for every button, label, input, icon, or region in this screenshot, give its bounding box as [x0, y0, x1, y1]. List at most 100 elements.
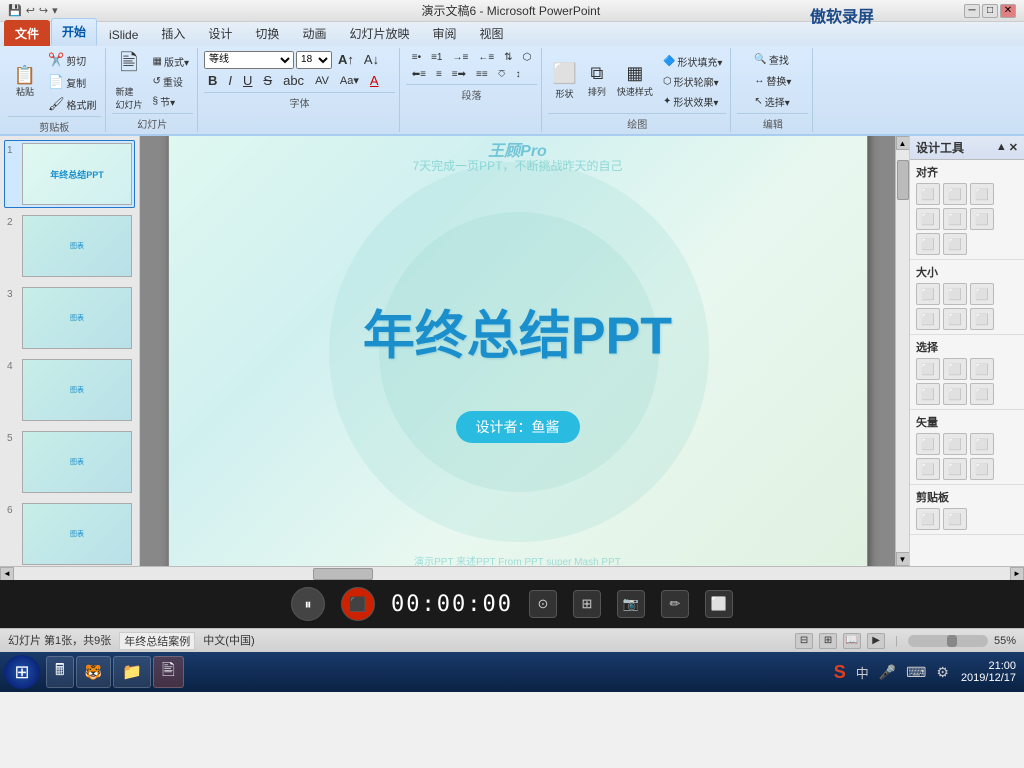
tab-insert[interactable]: 插入: [150, 20, 196, 46]
taskbar-app-powerpoint[interactable]: 🖹: [153, 656, 184, 688]
font-color-button[interactable]: A: [366, 71, 383, 90]
size-1-btn[interactable]: ⬜: [916, 283, 940, 305]
col-button[interactable]: ⎏: [494, 67, 510, 82]
zoom-thumb[interactable]: [947, 635, 957, 647]
vec-2-btn[interactable]: ⬜: [943, 433, 967, 455]
slide-sorter-button[interactable]: ⊞: [819, 633, 837, 649]
vec-5-btn[interactable]: ⬜: [943, 458, 967, 480]
slide-thumb-5[interactable]: 5 图表: [4, 428, 135, 496]
tab-design[interactable]: 设计: [197, 20, 243, 46]
italic-button[interactable]: I: [224, 71, 236, 90]
size-3-btn[interactable]: ⬜: [970, 283, 994, 305]
pen-button[interactable]: ✏: [661, 590, 689, 618]
case-button[interactable]: Aa▾: [336, 72, 363, 89]
justify-button[interactable]: ≡≡: [472, 67, 492, 82]
distribute-h-icon-btn[interactable]: ⬜: [916, 233, 940, 255]
sel-3-btn[interactable]: ⬜: [970, 358, 994, 380]
slideshow-button[interactable]: ▶: [867, 633, 885, 649]
stop-button[interactable]: ⬛: [341, 587, 375, 621]
quick-save-icon[interactable]: 💾: [8, 4, 22, 17]
shape-effect-button[interactable]: ✦形状效果▾: [659, 92, 726, 111]
panel-close-icon[interactable]: ✕: [1009, 141, 1018, 154]
tab-animation[interactable]: 动画: [291, 20, 337, 46]
line-spacing-button[interactable]: ↕: [512, 67, 525, 82]
new-slide-button[interactable]: 🖹 新建幻灯片: [112, 50, 147, 106]
taskbar-clock[interactable]: 21:00 2019/12/17: [961, 660, 1016, 684]
size-5-btn[interactable]: ⬜: [943, 308, 967, 330]
grid-button[interactable]: ⊞: [573, 590, 601, 618]
tab-file[interactable]: 文件: [4, 20, 50, 46]
zoom-slider[interactable]: [908, 635, 988, 647]
distribute-v-icon-btn[interactable]: ⬜: [943, 233, 967, 255]
arrange-button[interactable]: ⧉ 排列: [583, 55, 611, 107]
shape-outline-button[interactable]: ⬡形状轮廓▾: [659, 72, 726, 91]
sel-6-btn[interactable]: ⬜: [970, 383, 994, 405]
slide-thumb-3[interactable]: 3 图表: [4, 284, 135, 352]
slide-thumb-4[interactable]: 4 图表: [4, 356, 135, 424]
sel-4-btn[interactable]: ⬜: [916, 383, 940, 405]
align-top-icon-btn[interactable]: ⬜: [916, 208, 940, 230]
scroll-left-button[interactable]: ◄: [0, 567, 14, 581]
maximize-button[interactable]: □: [982, 4, 998, 18]
align-center-button[interactable]: ≡: [432, 67, 446, 82]
underline-button[interactable]: U: [239, 71, 256, 90]
sel-2-btn[interactable]: ⬜: [943, 358, 967, 380]
vec-4-btn[interactable]: ⬜: [916, 458, 940, 480]
keyboard-icon[interactable]: ⌨: [906, 664, 926, 681]
tab-transition[interactable]: 切换: [244, 20, 290, 46]
h-scroll-thumb[interactable]: [313, 568, 373, 580]
size-6-btn[interactable]: ⬜: [970, 308, 994, 330]
clip-2-btn[interactable]: ⬜: [943, 508, 967, 530]
bullet-list-button[interactable]: ≡•: [408, 50, 425, 65]
undo-icon[interactable]: ↩: [26, 4, 35, 17]
shapes-button[interactable]: ⬜ 形状: [548, 55, 581, 107]
section-button[interactable]: §节▾: [149, 92, 193, 111]
align-center-icon-btn[interactable]: ⬜: [943, 183, 967, 205]
tab-islide[interactable]: iSlide: [98, 23, 149, 46]
tab-review[interactable]: 审阅: [421, 20, 467, 46]
align-right-button[interactable]: ≡➡: [448, 67, 470, 82]
copy-button[interactable]: 📄复制: [44, 72, 101, 92]
slide-thumb-1[interactable]: 1 年终总结PPT: [4, 140, 135, 208]
tab-home[interactable]: 开始: [51, 18, 97, 46]
horizontal-scrollbar[interactable]: ◄ ►: [0, 566, 1024, 580]
reading-view-button[interactable]: 📖: [843, 633, 861, 649]
select-button[interactable]: ↖选择▾: [750, 92, 795, 111]
align-middle-icon-btn[interactable]: ⬜: [943, 208, 967, 230]
strikethrough-button[interactable]: S: [259, 71, 276, 90]
shape-fill-button[interactable]: 🔷形状填充▾: [659, 52, 726, 71]
microphone-icon[interactable]: 🎤: [879, 664, 896, 681]
size-2-btn[interactable]: ⬜: [943, 283, 967, 305]
tab-view[interactable]: 视图: [468, 20, 514, 46]
paste-button[interactable]: 📋 粘贴: [8, 54, 42, 110]
settings-icon[interactable]: ⚙: [936, 664, 949, 681]
shadow-button[interactable]: abc: [279, 71, 308, 90]
sel-5-btn[interactable]: ⬜: [943, 383, 967, 405]
sel-1-btn[interactable]: ⬜: [916, 358, 940, 380]
clip-1-btn[interactable]: ⬜: [916, 508, 940, 530]
taskbar-app-folder[interactable]: 📁: [113, 656, 151, 688]
camera-settings-button[interactable]: ⊙: [529, 590, 557, 618]
taskbar-app-tiger[interactable]: 🐯: [76, 656, 111, 688]
replace-button[interactable]: ↔替换▾: [750, 71, 795, 90]
align-left-icon-btn[interactable]: ⬜: [916, 183, 940, 205]
vec-3-btn[interactable]: ⬜: [970, 433, 994, 455]
align-bottom-icon-btn[interactable]: ⬜: [970, 208, 994, 230]
close-button[interactable]: ✕: [1000, 4, 1016, 18]
decrease-font-button[interactable]: A↓: [360, 50, 383, 69]
h-scroll-track[interactable]: [14, 567, 1010, 580]
scroll-right-button[interactable]: ►: [1010, 567, 1024, 581]
screenshot-button[interactable]: 📷: [617, 590, 645, 618]
bold-button[interactable]: B: [204, 71, 221, 90]
input-method-icon[interactable]: 中: [856, 663, 869, 682]
scroll-down-button[interactable]: ▼: [896, 552, 910, 566]
indent-right-button[interactable]: →≡: [448, 50, 472, 65]
start-button[interactable]: ⊞: [4, 655, 40, 689]
indent-left-button[interactable]: ←≡: [474, 50, 498, 65]
vec-6-btn[interactable]: ⬜: [970, 458, 994, 480]
slide-thumb-2[interactable]: 2 图表: [4, 212, 135, 280]
quick-styles-button[interactable]: ▦ 快速样式: [613, 55, 657, 107]
panel-expand-icon[interactable]: ▲: [996, 141, 1007, 154]
tab-slideshow[interactable]: 幻灯片放映: [338, 20, 420, 46]
format-painter-button[interactable]: 🖌格式刷: [44, 94, 101, 114]
